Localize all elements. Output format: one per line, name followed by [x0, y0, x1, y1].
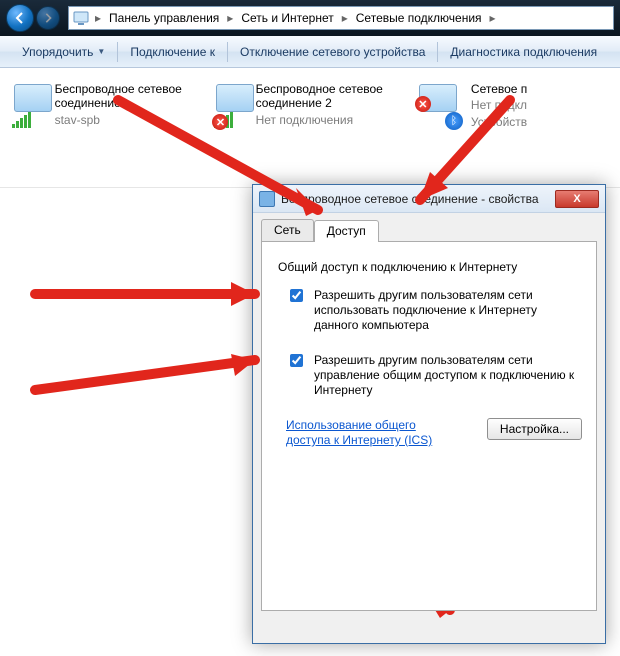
- dialog-titlebar[interactable]: Беспроводное сетевое соединение - свойст…: [253, 185, 605, 213]
- checkbox-row-2: Разрешить другим пользователям сети упра…: [286, 353, 582, 398]
- breadcrumb-sep: ▸: [93, 11, 103, 25]
- nav-back-button[interactable]: [6, 4, 34, 32]
- connection-name: Сетевое п: [471, 82, 527, 96]
- wifi-icon: [10, 82, 47, 130]
- toolbar-disable[interactable]: Отключение сетевого устройства: [228, 36, 437, 67]
- address-bar: ▸ Панель управления ▸ Сеть и Интернет ▸ …: [0, 0, 620, 36]
- allow-share-checkbox[interactable]: [290, 289, 303, 302]
- connection-item[interactable]: ✕ ᛒ Сетевое п Нет подкл Устройств: [411, 78, 613, 134]
- connection-item[interactable]: Беспроводное сетевое соединение stav-spb: [6, 78, 208, 134]
- connection-name: Беспроводное сетевое соединение 2: [256, 82, 407, 111]
- toolbar-label: Отключение сетевого устройства: [240, 45, 425, 59]
- settings-button[interactable]: Настройка...: [487, 418, 582, 440]
- breadcrumb-sep: ▸: [488, 11, 498, 25]
- breadcrumb-seg[interactable]: Сеть и Интернет: [235, 7, 339, 29]
- properties-dialog: Беспроводное сетевое соединение - свойст…: [252, 184, 606, 644]
- connection-sub: Нет подкл: [471, 98, 527, 112]
- control-panel-icon: [73, 10, 89, 26]
- group-title: Общий доступ к подключению к Интернету: [278, 260, 582, 274]
- toolbar: Упорядочить ▼ Подключение к Отключение с…: [0, 36, 620, 68]
- allow-control-checkbox[interactable]: [290, 354, 303, 367]
- connection-sub: Устройств: [471, 115, 527, 129]
- breadcrumb-sep: ▸: [225, 11, 235, 25]
- breadcrumb[interactable]: ▸ Панель управления ▸ Сеть и Интернет ▸ …: [68, 6, 614, 30]
- bluetooth-network-icon: ✕ ᛒ: [415, 82, 463, 130]
- toolbar-label: Диагностика подключения: [450, 45, 597, 59]
- error-x-icon: ✕: [415, 96, 431, 112]
- checkbox-row-1: Разрешить другим пользователям сети испо…: [286, 288, 582, 333]
- breadcrumb-seg[interactable]: Сетевые подключения: [350, 7, 488, 29]
- wifi-icon: ✕: [212, 82, 247, 130]
- tab-panel-sharing: Общий доступ к подключению к Интернету Р…: [261, 241, 597, 611]
- checkbox-label: Разрешить другим пользователям сети упра…: [314, 353, 582, 398]
- toolbar-connect[interactable]: Подключение к: [118, 36, 227, 67]
- connection-item[interactable]: ✕ Беспроводное сетевое соединение 2 Нет …: [208, 78, 410, 134]
- checkbox-label: Разрешить другим пользователям сети испо…: [314, 288, 582, 333]
- tabs: Сеть Доступ: [261, 219, 597, 241]
- connection-sub: Нет подключения: [256, 113, 407, 127]
- connection-name: Беспроводное сетевое соединение: [55, 82, 205, 111]
- breadcrumb-sep: ▸: [340, 11, 350, 25]
- dialog-title: Беспроводное сетевое соединение - свойст…: [281, 192, 539, 206]
- close-button[interactable]: X: [555, 190, 599, 208]
- bluetooth-icon: ᛒ: [445, 112, 463, 130]
- tab-sharing[interactable]: Доступ: [314, 220, 379, 242]
- tab-network[interactable]: Сеть: [261, 219, 314, 241]
- close-icon: X: [573, 193, 580, 205]
- toolbar-diagnose[interactable]: Диагностика подключения: [438, 36, 609, 67]
- nav-forward-button[interactable]: [36, 6, 60, 30]
- connection-sub: stav-spb: [55, 113, 205, 127]
- toolbar-label: Упорядочить: [22, 45, 93, 59]
- ics-help-link[interactable]: Использование общего доступа к Интернету…: [286, 418, 456, 448]
- breadcrumb-seg[interactable]: Панель управления: [103, 7, 225, 29]
- dialog-icon: [259, 191, 275, 207]
- toolbar-label: Подключение к: [130, 45, 215, 59]
- chevron-down-icon: ▼: [97, 47, 105, 56]
- connections-area: Беспроводное сетевое соединение stav-spb…: [0, 68, 620, 188]
- toolbar-organize[interactable]: Упорядочить ▼: [10, 36, 117, 67]
